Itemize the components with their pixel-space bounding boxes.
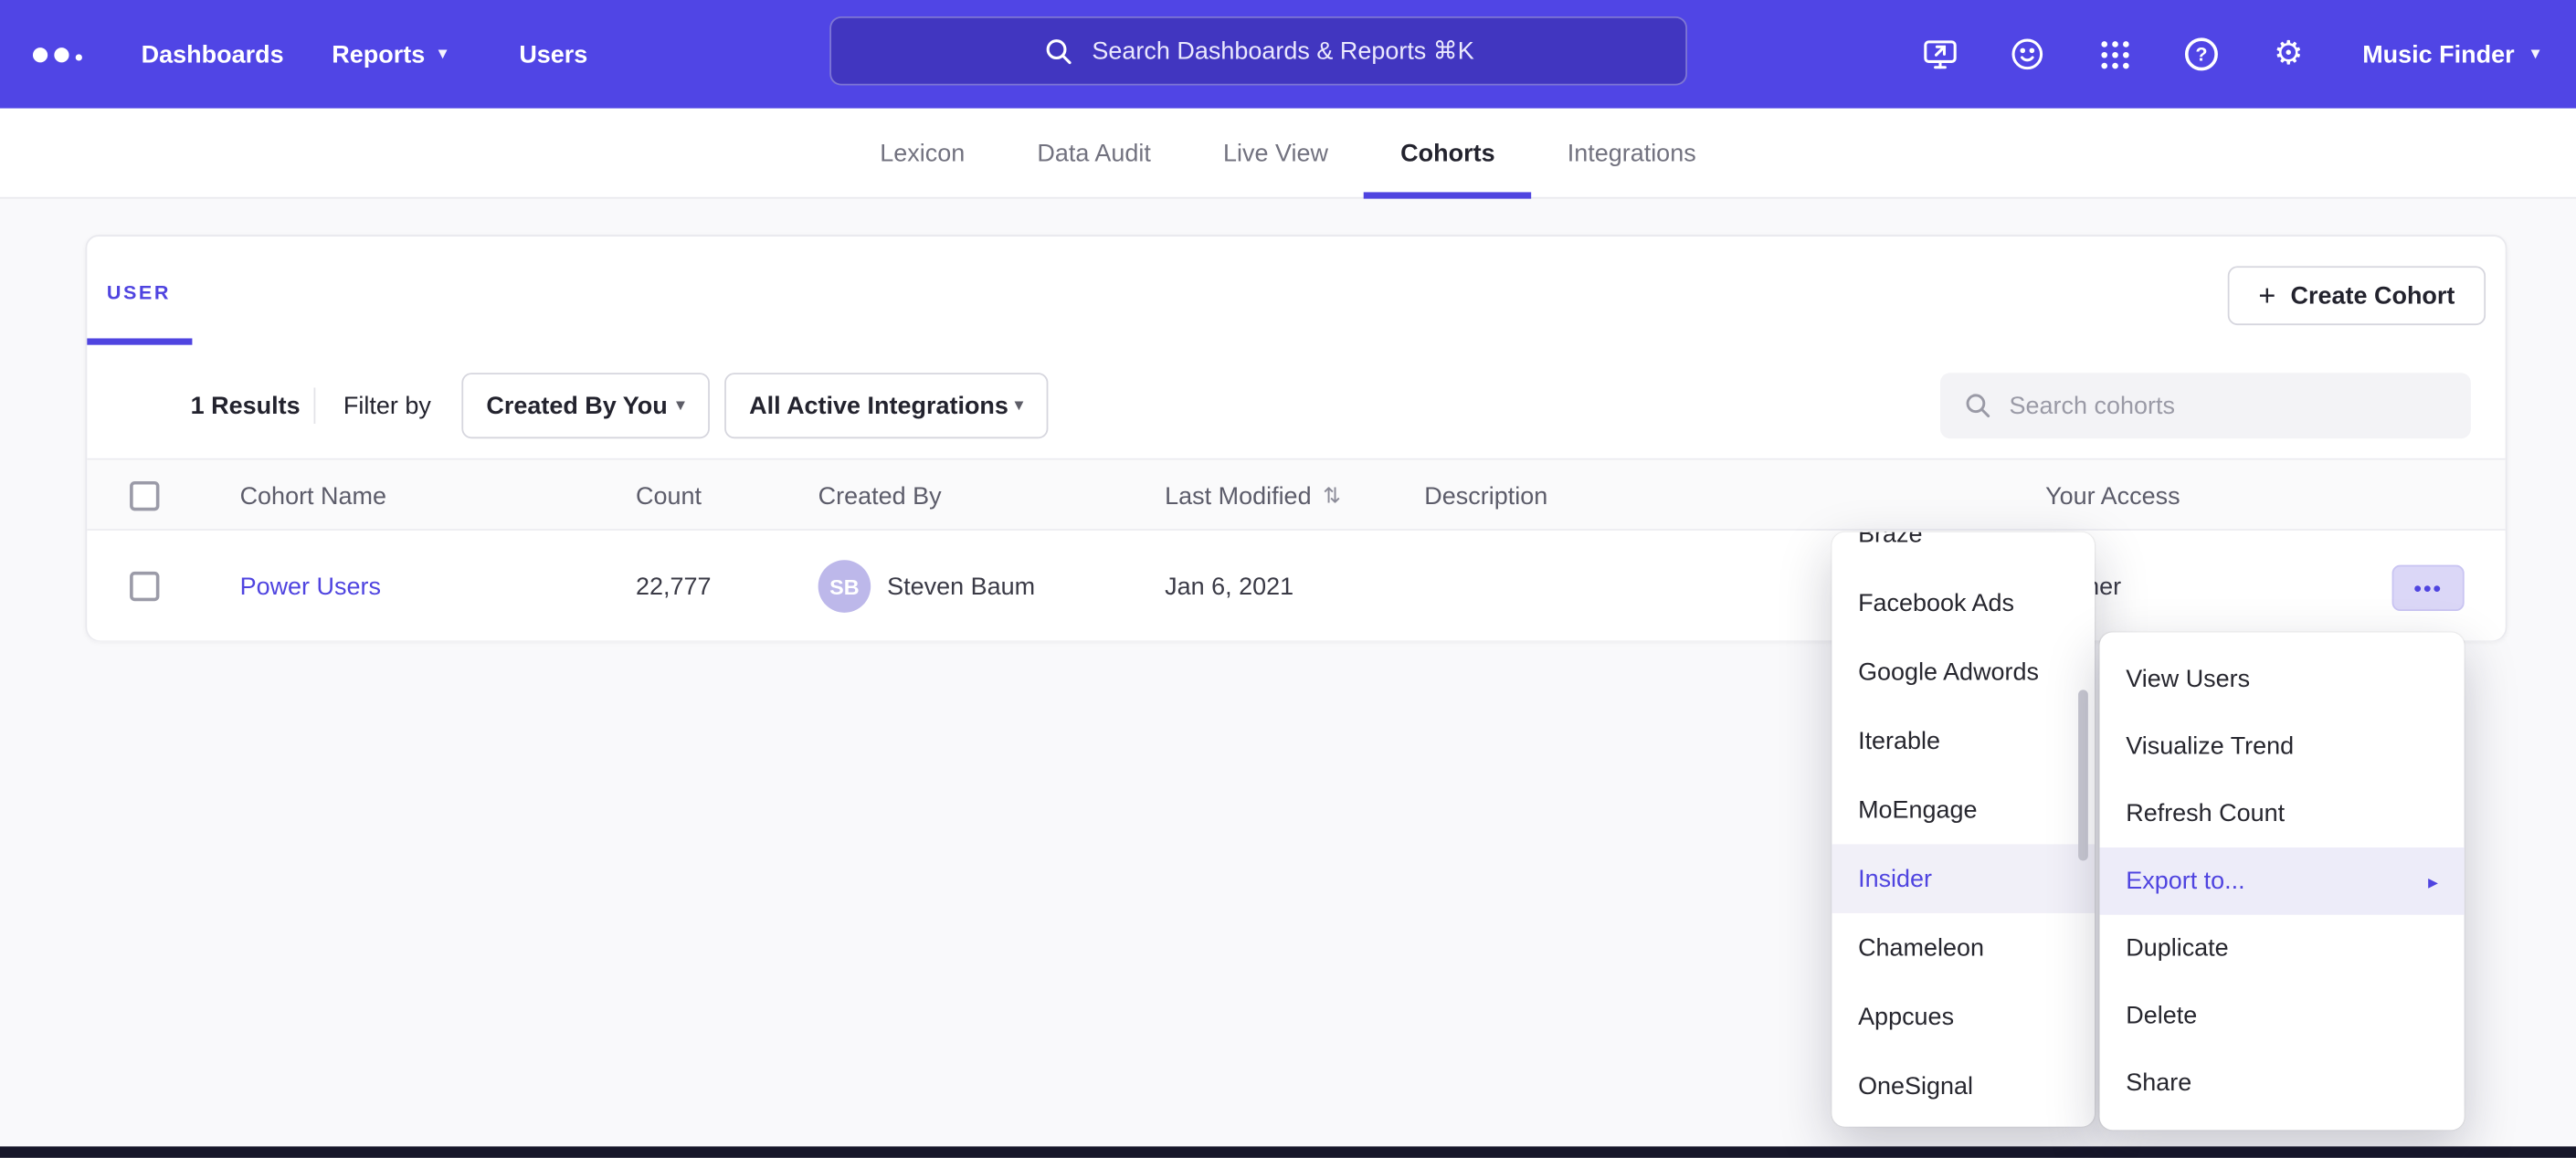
create-cohort-label: Create Cohort <box>2291 281 2455 310</box>
cohort-name-link[interactable]: Power Users <box>240 573 381 601</box>
menu-item-chameleon[interactable]: Chameleon <box>1832 913 2095 983</box>
section-tabs: Lexicon Data Audit Live View Cohorts Int… <box>0 109 2576 199</box>
column-header-your-access: Your Access <box>2045 460 2180 532</box>
workspace-name: Music Finder <box>2362 40 2514 68</box>
app-root: Dashboards Reports ▾ Users Search Dashbo… <box>0 0 2576 1158</box>
tab-label: Data Audit <box>1037 139 1150 167</box>
bottom-edge-strip <box>0 1146 2576 1158</box>
table-header-row: Cohort Name Count Created By Last Modifi… <box>87 458 2505 531</box>
last-modified-cell: Jan 6, 2021 <box>1165 532 1293 641</box>
settings-icon[interactable]: ⚙ <box>2267 33 2310 76</box>
cohorts-card: USER + Create Cohort 1 Results Filter by… <box>86 235 2507 640</box>
brand-dot-icon <box>33 47 48 62</box>
help-icon[interactable]: ? <box>2180 33 2223 76</box>
menu-item-share[interactable]: Share <box>2099 1049 2464 1117</box>
nav-item-dashboards[interactable]: Dashboards <box>142 0 284 109</box>
filter-label: Created By You <box>486 392 667 420</box>
menu-item-onesignal[interactable]: OneSignal <box>1832 1051 2095 1121</box>
tab-label: Lexicon <box>880 139 965 167</box>
brand-dot-icon <box>54 47 69 62</box>
creator-name: Steven Baum <box>887 573 1035 601</box>
menu-item-insider[interactable]: Insider <box>1832 844 2095 913</box>
export-destinations-menu: Braze Facebook Ads Google Adwords Iterab… <box>1832 532 2095 1127</box>
menu-item-google-adwords[interactable]: Google Adwords <box>1832 637 2095 707</box>
plus-icon: + <box>2258 281 2275 311</box>
column-header-last-modified[interactable]: Last Modified ⇅ <box>1165 460 1341 532</box>
global-search-input[interactable]: Search Dashboards & Reports ⌘K <box>829 16 1687 86</box>
table-row: Power Users 22,777 SB Steven Baum Jan 6,… <box>87 532 2505 641</box>
global-search-placeholder: Search Dashboards & Reports ⌘K <box>1092 37 1473 66</box>
count-cell: 22,777 <box>636 532 712 641</box>
menu-item-delete[interactable]: Delete <box>2099 982 2464 1049</box>
brand-dot-icon <box>76 54 82 60</box>
filter-created-by-dropdown[interactable]: Created By You ▾ <box>461 373 710 438</box>
cohort-search-input[interactable] <box>2010 392 2429 420</box>
submenu-arrow-icon: ▸ <box>2428 869 2438 892</box>
chevron-down-icon: ▾ <box>676 396 685 415</box>
column-header-count: Count <box>636 460 702 532</box>
sort-icon[interactable]: ⇅ <box>1323 483 1341 510</box>
create-cohort-button[interactable]: + Create Cohort <box>2228 266 2486 325</box>
tab-cohorts[interactable]: Cohorts <box>1365 109 1532 197</box>
menu-item-braze[interactable]: Braze <box>1832 532 2095 569</box>
created-by-cell: SB Steven Baum <box>818 532 1036 641</box>
menu-item-moengage[interactable]: MoEngage <box>1832 775 2095 845</box>
menu-item-view-users[interactable]: View Users <box>2099 646 2464 713</box>
workspace-switcher[interactable]: Music Finder ▾ <box>2362 0 2539 109</box>
tab-label: Cohorts <box>1400 139 1494 167</box>
results-count: 1 Results <box>191 373 301 438</box>
column-header-created-by: Created By <box>818 460 942 532</box>
ellipsis-icon: ••• <box>2413 574 2443 601</box>
active-tab-underline <box>87 338 192 344</box>
brand-logo[interactable] <box>33 0 82 109</box>
filter-label: All Active Integrations <box>749 392 1008 420</box>
menu-item-iterable[interactable]: Iterable <box>1832 706 2095 775</box>
tab-lexicon[interactable]: Lexicon <box>844 109 1001 197</box>
tab-live-view[interactable]: Live View <box>1187 109 1364 197</box>
avatar: SB <box>818 560 871 613</box>
nav-item-label: Users <box>519 40 587 68</box>
tab-integrations[interactable]: Integrations <box>1531 109 1732 197</box>
column-header-cohort-name: Cohort Name <box>240 460 386 532</box>
tab-label: Live View <box>1223 139 1328 167</box>
menu-item-visualize-trend[interactable]: Visualize Trend <box>2099 713 2464 781</box>
nav-item-label: Dashboards <box>142 40 284 68</box>
chevron-down-icon: ▾ <box>1014 396 1023 415</box>
tab-user-cohorts[interactable]: USER <box>107 281 171 304</box>
menu-item-facebook-ads[interactable]: Facebook Ads <box>1832 568 2095 637</box>
column-header-description: Description <box>1424 460 1547 532</box>
screen-share-icon[interactable] <box>1919 33 1962 76</box>
menu-item-duplicate[interactable]: Duplicate <box>2099 915 2464 983</box>
cohort-search[interactable] <box>1940 373 2471 438</box>
question-mark-icon: ? <box>2185 37 2218 70</box>
tab-data-audit[interactable]: Data Audit <box>1001 109 1188 197</box>
filter-by-label: Filter by <box>343 373 431 438</box>
row-checkbox[interactable] <box>130 572 159 601</box>
cohort-name-cell: Power Users <box>240 532 381 641</box>
top-navbar: Dashboards Reports ▾ Users Search Dashbo… <box>0 0 2576 109</box>
nav-item-users[interactable]: Users <box>519 0 587 109</box>
menu-item-export-to[interactable]: Export to... ▸ <box>2099 847 2464 915</box>
filter-integrations-dropdown[interactable]: All Active Integrations ▾ <box>724 373 1048 438</box>
nav-item-reports[interactable]: Reports ▾ <box>332 0 447 109</box>
divider <box>314 387 316 424</box>
menu-item-refresh-count[interactable]: Refresh Count <box>2099 780 2464 847</box>
tab-label: Integrations <box>1568 139 1696 167</box>
feedback-icon[interactable] <box>2006 33 2049 76</box>
apps-grid-icon[interactable] <box>2093 33 2136 76</box>
scrollbar-thumb[interactable] <box>2078 690 2088 860</box>
select-all-checkbox[interactable] <box>130 481 159 511</box>
gear-icon: ⚙ <box>2274 37 2303 70</box>
row-context-menu: View Users Visualize Trend Refresh Count… <box>2099 632 2464 1130</box>
search-icon <box>1963 391 1992 420</box>
menu-item-appcues[interactable]: Appcues <box>1832 982 2095 1051</box>
chevron-down-icon: ▾ <box>2531 45 2540 63</box>
nav-item-label: Reports <box>332 40 425 68</box>
search-icon <box>1042 36 1073 67</box>
row-actions-button[interactable]: ••• <box>2392 565 2465 611</box>
chevron-down-icon: ▾ <box>438 45 448 63</box>
